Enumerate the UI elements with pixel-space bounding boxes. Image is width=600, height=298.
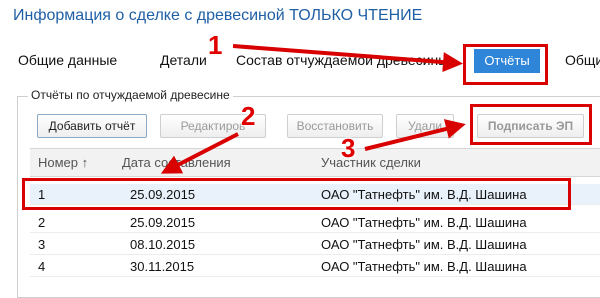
arrow-to-first-row [160,132,239,174]
annotation-arrows [160,44,466,174]
step-number-2: 2 [241,101,256,131]
step-number-3: 3 [341,133,356,163]
arrow-to-sign-button [364,119,466,151]
step-number-1: 1 [208,30,223,60]
arrow-to-reports-tab [232,44,463,73]
